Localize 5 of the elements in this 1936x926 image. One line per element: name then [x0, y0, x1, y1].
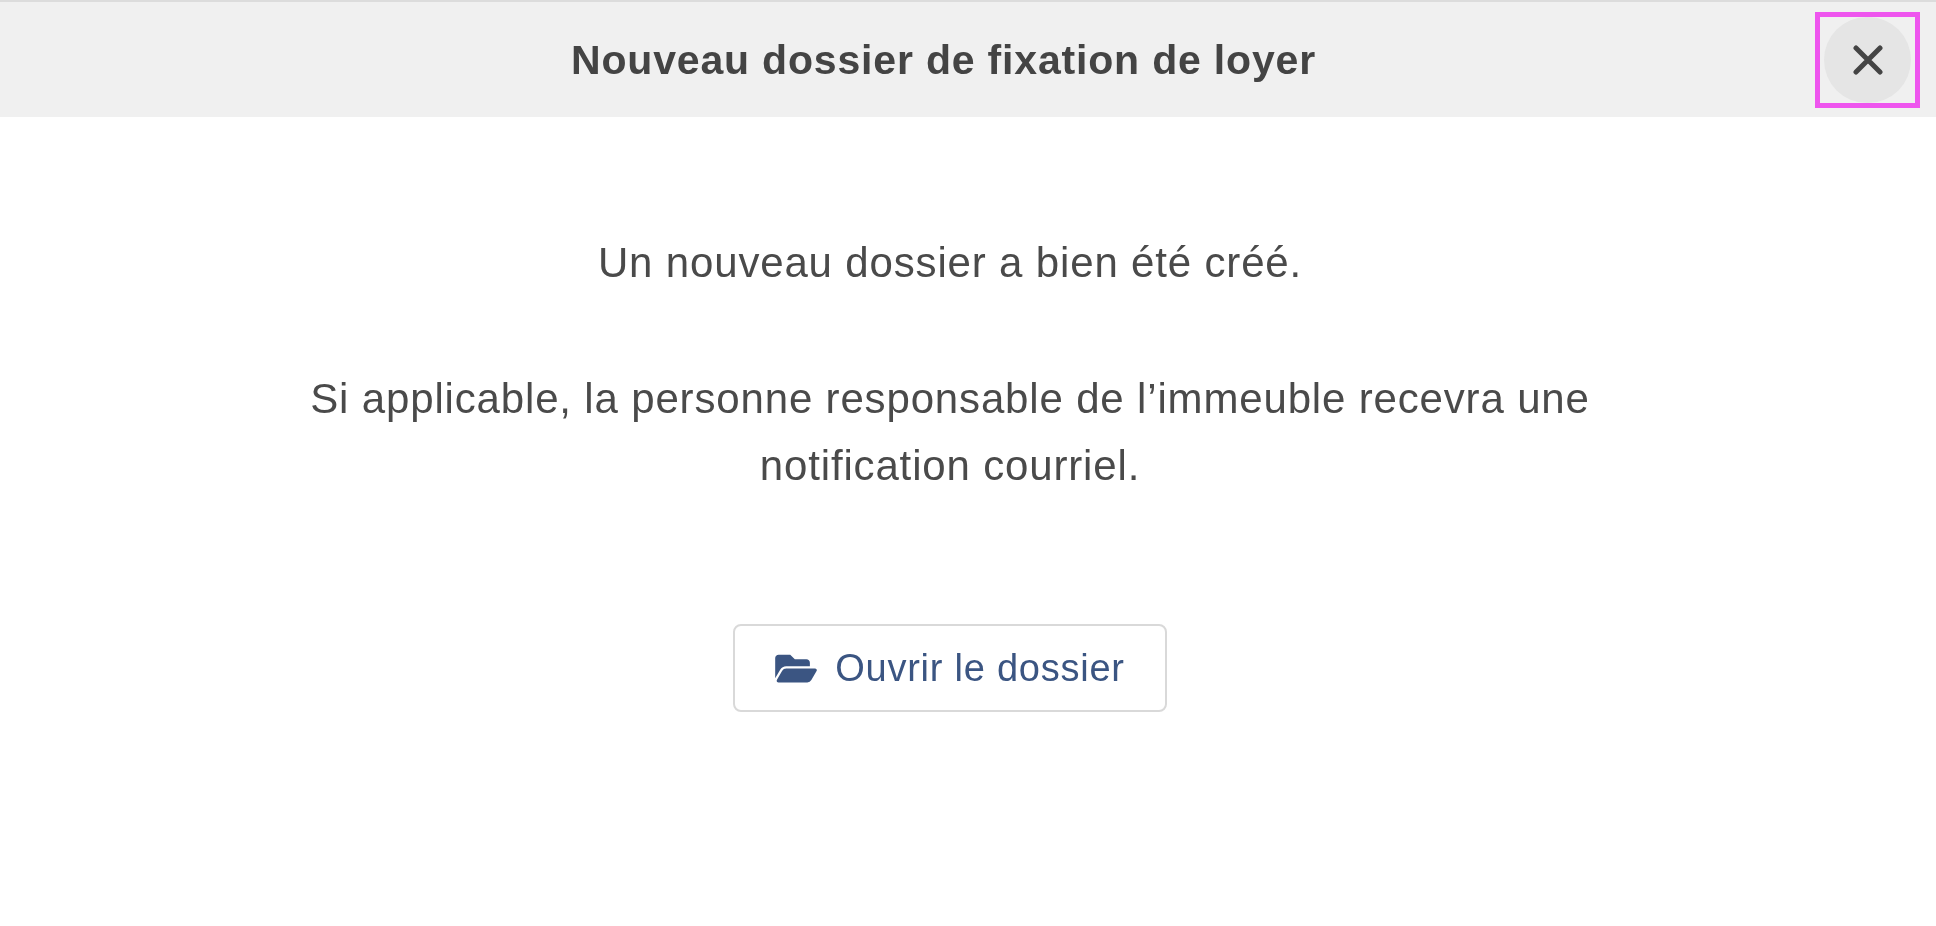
message-text: Si applicable, la personne responsable de l’immeuble recevra une notification courriel. [309, 374, 1591, 491]
message-text: Un nouveau dossier a bien été créé. [597, 238, 1303, 288]
open-folder-button[interactable]: Ouvrir le dossier [733, 624, 1167, 712]
dialog-title: Nouveau dossier de fixation de loyer [571, 35, 1316, 84]
close-button[interactable] [1815, 11, 1920, 108]
